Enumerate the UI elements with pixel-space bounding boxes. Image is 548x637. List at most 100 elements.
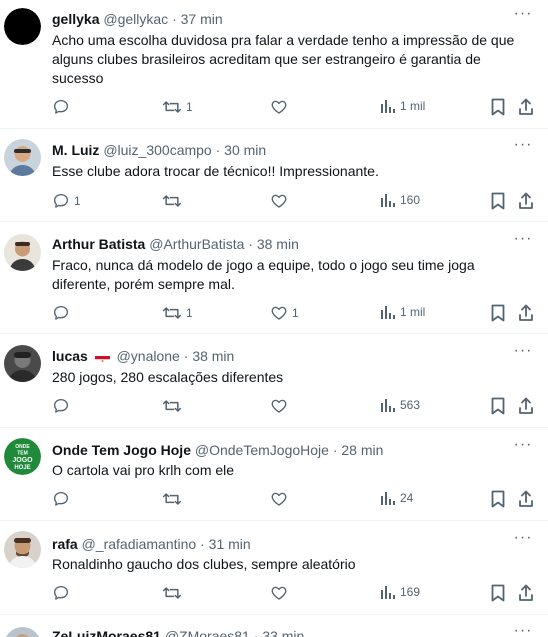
reply-icon [52, 584, 70, 602]
reply-button[interactable] [52, 584, 74, 602]
avatar-text: JOGO [12, 457, 33, 464]
avatar[interactable] [4, 627, 41, 637]
tweet-item[interactable]: rafa @_rafadiamantino · 31 min ··· Ronal… [0, 521, 548, 615]
author-handle[interactable]: @luiz_300campo [103, 142, 211, 158]
tweet-text: Esse clube adora trocar de técnico!! Imp… [52, 163, 379, 179]
tweet-header: ZeLuizMoraes81 @ZMoraes81 · 33 min [52, 627, 508, 637]
action-bar: 1 1 mil [0, 98, 548, 118]
like-button[interactable] [270, 192, 292, 210]
more-options-button[interactable]: ··· [512, 437, 534, 457]
reply-icon [52, 304, 70, 322]
avatar[interactable] [4, 139, 41, 176]
author-handle[interactable]: @ZMoraes81 [165, 628, 250, 637]
avatar[interactable] [4, 8, 41, 45]
views-button[interactable]: 169 [380, 584, 420, 600]
share-button[interactable] [518, 490, 534, 508]
avatar[interactable]: ONDE TEM JOGO HOJE [4, 438, 41, 475]
retweet-button[interactable] [162, 490, 186, 508]
avatar[interactable] [4, 345, 41, 382]
action-bar: 1 160 [0, 192, 548, 212]
heart-icon [270, 192, 288, 210]
more-options-button[interactable]: ··· [512, 137, 534, 157]
retweet-button[interactable] [162, 192, 186, 210]
bookmark-button[interactable] [490, 98, 506, 116]
retweet-button[interactable]: 1 [162, 98, 193, 116]
tweet-item[interactable]: lucas @ynalone · 38 min ··· 280 jogos, 2… [0, 334, 548, 428]
reply-button[interactable] [52, 490, 74, 508]
author-handle[interactable]: @ArthurBatista [149, 236, 244, 252]
more-options-button[interactable]: ··· [512, 623, 534, 637]
timestamp[interactable]: 28 min [341, 442, 383, 458]
retweet-button[interactable] [162, 584, 186, 602]
reply-button[interactable]: 1 [52, 192, 81, 210]
retweet-count: 1 [186, 306, 193, 320]
share-button[interactable] [518, 584, 534, 602]
avatar-text: ONDE [15, 444, 30, 450]
author-name[interactable]: M. Luiz [52, 142, 99, 158]
tweet-item[interactable]: M. Luiz @luiz_300campo · 30 min ··· Esse… [0, 129, 548, 222]
tweet-item[interactable]: ONDE TEM JOGO HOJE Onde Tem Jogo Hoje @O… [0, 428, 548, 521]
bookmark-button[interactable] [490, 192, 506, 210]
author-name[interactable]: ZeLuizMoraes81 [52, 628, 161, 637]
retweet-button[interactable]: 1 [162, 304, 193, 322]
views-button[interactable]: 1 mil [380, 304, 425, 320]
like-button[interactable] [270, 490, 292, 508]
timestamp[interactable]: 37 min [181, 11, 223, 27]
views-button[interactable]: 563 [380, 397, 420, 413]
tweet-item[interactable]: Arthur Batista @ArthurBatista · 38 min ·… [0, 222, 548, 334]
tweet-header: rafa @_rafadiamantino · 31 min [52, 535, 508, 553]
more-options-button[interactable]: ··· [512, 530, 534, 550]
timestamp[interactable]: 38 min [257, 236, 299, 252]
author-name[interactable]: Arthur Batista [52, 236, 145, 252]
views-button[interactable]: 1 mil [380, 98, 425, 114]
author-name[interactable]: Onde Tem Jogo Hoje [52, 442, 191, 458]
separator: · [215, 142, 221, 158]
views-button[interactable]: 160 [380, 192, 420, 208]
bookmark-button[interactable] [490, 397, 506, 415]
retweet-icon [162, 490, 182, 508]
author-handle[interactable]: @_rafadiamantino [82, 536, 197, 552]
timestamp[interactable]: 30 min [224, 142, 266, 158]
share-button[interactable] [518, 304, 534, 322]
bookmark-button[interactable] [490, 584, 506, 602]
like-button[interactable]: 1 [270, 304, 299, 322]
reply-button[interactable] [52, 397, 74, 415]
retweet-button[interactable] [162, 397, 186, 415]
retweet-icon [162, 304, 182, 322]
action-bar: 1 1 1 mil [0, 304, 548, 324]
author-handle[interactable]: @OndeTemJogoHoje [195, 442, 329, 458]
timestamp[interactable]: 33 min [262, 628, 304, 637]
reply-button[interactable] [52, 304, 74, 322]
avatar-text: TEM [17, 451, 28, 457]
tweet-item[interactable]: ZeLuizMoraes81 @ZMoraes81 · 33 min ··· [0, 615, 548, 637]
more-options-button[interactable]: ··· [512, 6, 534, 26]
share-button[interactable] [518, 397, 534, 415]
tweet-item[interactable]: gellyka @gellykac · 37 min ··· Acho uma … [0, 0, 548, 129]
share-button[interactable] [518, 98, 534, 116]
view-count: 160 [400, 193, 421, 207]
more-options-button[interactable]: ··· [512, 231, 534, 251]
author-name[interactable]: gellyka [52, 11, 99, 27]
bookmark-button[interactable] [490, 304, 506, 322]
like-button[interactable] [270, 98, 292, 116]
timestamp[interactable]: 31 min [209, 536, 251, 552]
like-button[interactable] [270, 584, 292, 602]
bookmark-icon [490, 192, 506, 210]
author-handle[interactable]: @ynalone [117, 348, 180, 364]
author-handle[interactable]: @gellykac [103, 11, 168, 27]
more-options-button[interactable]: ··· [512, 343, 534, 363]
author-name[interactable]: lucas [52, 348, 88, 364]
avatar[interactable] [4, 531, 41, 568]
timestamp[interactable]: 38 min [192, 348, 234, 364]
avatar[interactable] [4, 234, 41, 271]
bookmark-icon [490, 490, 506, 508]
reply-button[interactable] [52, 98, 74, 116]
views-button[interactable]: 24 [380, 490, 413, 506]
separator: · [200, 536, 205, 552]
share-button[interactable] [518, 192, 534, 210]
like-button[interactable] [270, 397, 292, 415]
views-chart-icon [380, 98, 396, 114]
retweet-icon [162, 98, 182, 116]
bookmark-button[interactable] [490, 490, 506, 508]
author-name[interactable]: rafa [52, 536, 78, 552]
